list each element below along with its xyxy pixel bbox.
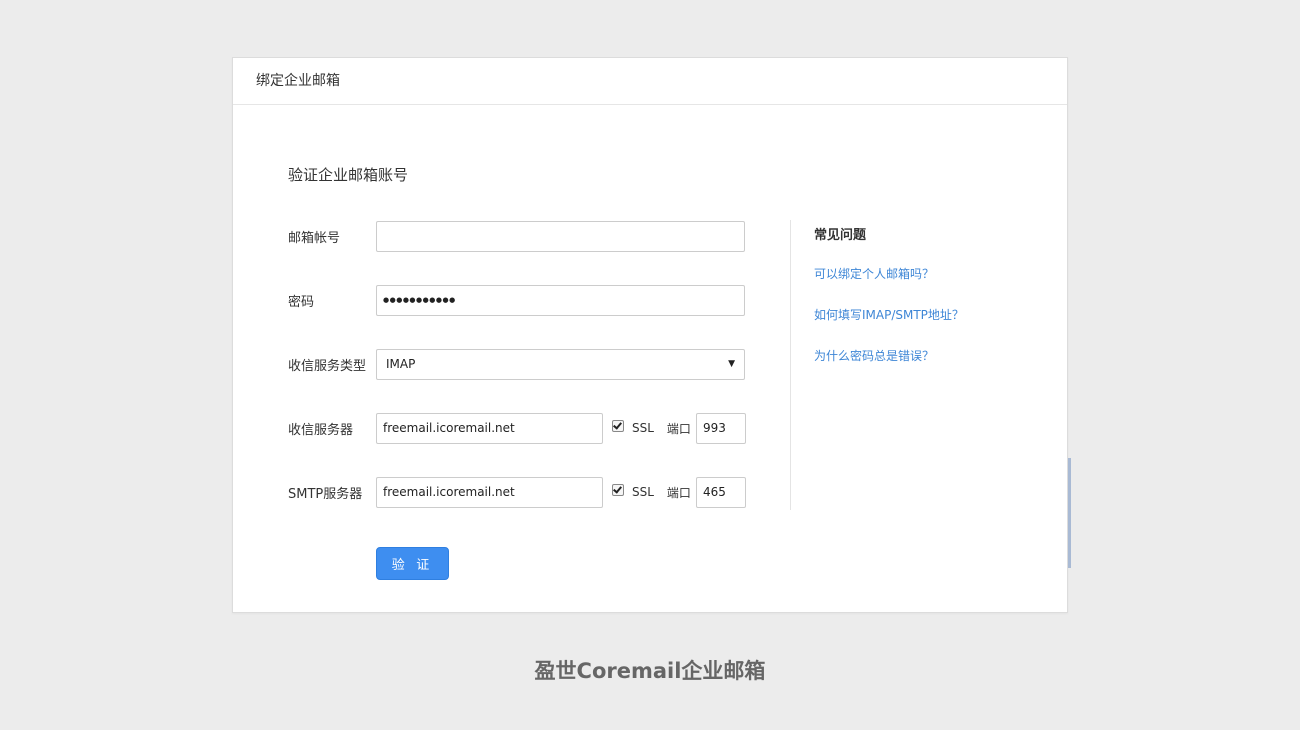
faq-title: 常见问题	[814, 228, 867, 243]
scrollbar[interactable]	[1068, 458, 1071, 568]
brand-caption: 盈世Coremail企业邮箱	[534, 659, 766, 683]
incoming-server-input[interactable]	[376, 412, 603, 444]
faq-link-imap-smtp[interactable]: 如何填写IMAP/SMTP地址？	[814, 306, 964, 323]
smtp-server-input[interactable]	[376, 476, 603, 508]
password-input[interactable]: ●●●●●●●●●●●	[376, 284, 745, 316]
protocol-select-value: IMAP	[386, 357, 416, 371]
incoming-server-row: 收信服务器 SSL 端口	[288, 412, 746, 444]
incoming-server-label: 收信服务器	[288, 422, 354, 438]
faq-link-password-error[interactable]: 为什么密码总是错误？	[814, 347, 964, 364]
checkbox-checked-icon[interactable]	[612, 420, 624, 432]
divider	[790, 220, 791, 510]
faq-link-personal-email[interactable]: 可以绑定个人邮箱吗？	[814, 265, 964, 282]
protocol-row: 收信服务类型 IMAP ▼	[288, 348, 745, 380]
section-title: 验证企业邮箱账号	[288, 166, 409, 184]
smtp-port-label: 端口	[666, 485, 691, 500]
checkbox-checked-icon[interactable]	[612, 484, 624, 496]
card-title: 绑定企业邮箱	[233, 58, 1067, 105]
incoming-ssl-label: SSL	[632, 421, 654, 435]
verify-button[interactable]: 验 证	[376, 547, 449, 580]
password-label: 密码	[288, 294, 315, 310]
smtp-ssl-toggle[interactable]: SSL	[612, 484, 654, 499]
email-row: 邮箱帐号	[288, 220, 745, 252]
protocol-label: 收信服务类型	[288, 358, 367, 374]
password-row: 密码 ●●●●●●●●●●●	[288, 284, 745, 316]
smtp-ssl-label: SSL	[632, 485, 654, 499]
bind-email-card: 绑定企业邮箱 验证企业邮箱账号 邮箱帐号 密码 ●●●●●●●●●●● 收信服务…	[232, 57, 1068, 613]
incoming-port-label: 端口	[666, 421, 691, 436]
smtp-server-row: SMTP服务器 SSL 端口	[288, 476, 746, 508]
chevron-down-icon: ▼	[728, 359, 735, 369]
incoming-port-input[interactable]	[695, 412, 746, 444]
protocol-select[interactable]: IMAP ▼	[376, 348, 745, 380]
incoming-ssl-toggle[interactable]: SSL	[612, 420, 654, 435]
faq-panel: 常见问题 可以绑定个人邮箱吗？ 如何填写IMAP/SMTP地址？ 为什么密码总是…	[814, 224, 964, 388]
email-input[interactable]	[376, 220, 745, 252]
email-label: 邮箱帐号	[288, 230, 341, 246]
smtp-port-input[interactable]	[695, 476, 746, 508]
smtp-server-label: SMTP服务器	[288, 486, 363, 502]
